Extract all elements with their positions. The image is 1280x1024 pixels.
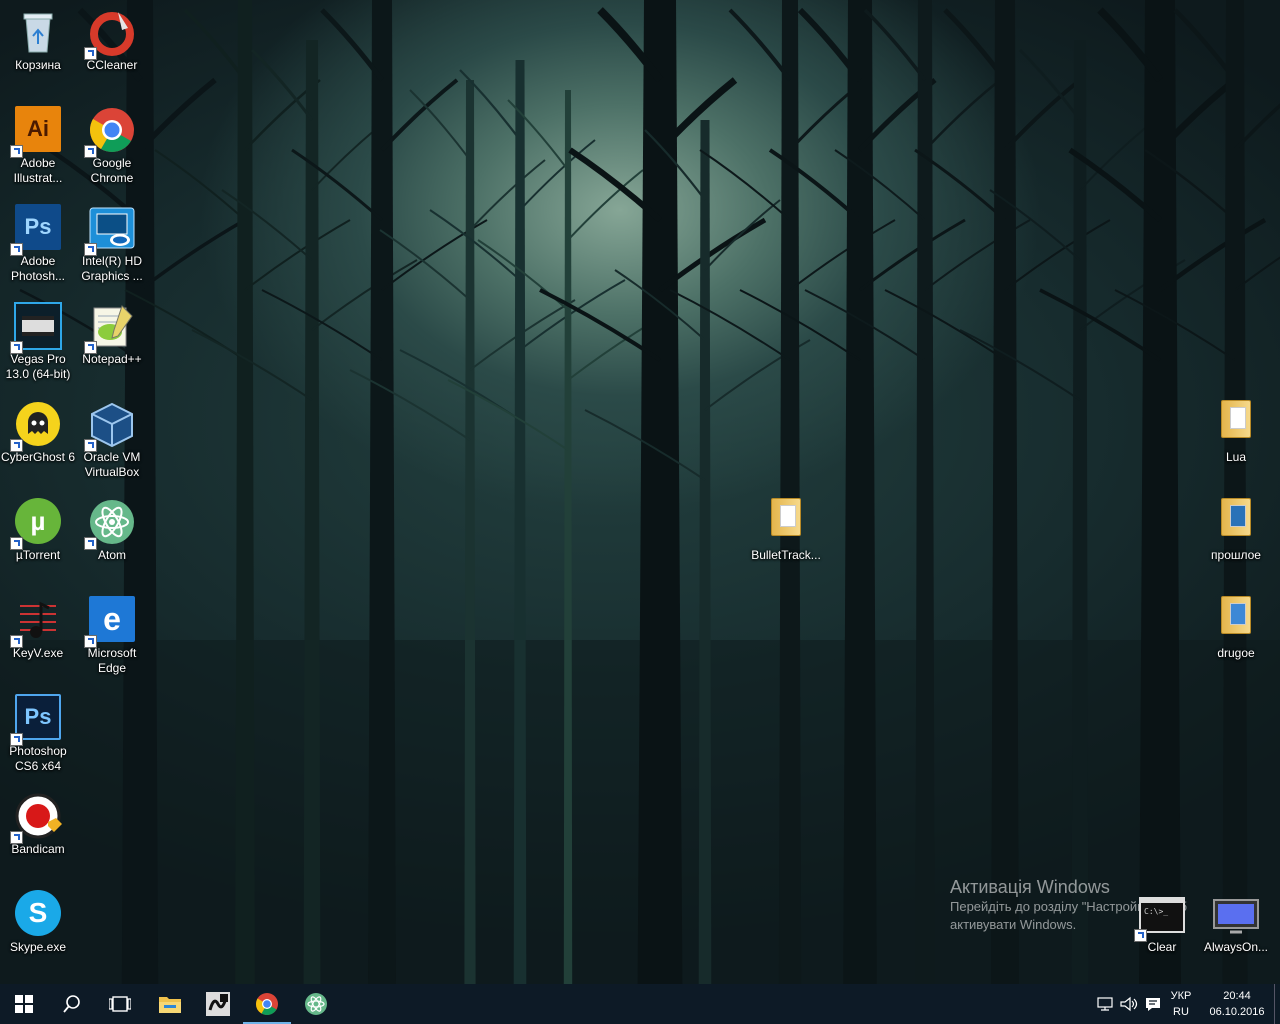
search-button[interactable] [48, 984, 96, 1024]
desktop-icon-keyv[interactable]: KeyV.exe [0, 592, 76, 661]
shortcut-arrow-icon [84, 47, 97, 60]
shortcut-arrow-icon [10, 831, 23, 844]
monitor-icon [1212, 890, 1260, 938]
desktop-icon-adobe-photoshop[interactable]: Ps Adobe Photosh... [0, 200, 76, 284]
keyv-icon [10, 596, 62, 648]
clock[interactable]: 20:44 06.10.2016 [1202, 988, 1272, 1020]
desktop-icon-proshloe-folder[interactable]: прошлое [1198, 494, 1274, 563]
taskbar-atom[interactable] [292, 984, 340, 1024]
desktop-icon-drugoe-folder[interactable]: drugoe [1198, 592, 1274, 661]
notification-icon [1146, 998, 1160, 1011]
file-explorer-icon [159, 997, 181, 1013]
desktop-icon-photoshop-cs6[interactable]: Ps Photoshop CS6 x64 [0, 690, 76, 774]
desktop-icon-lua-folder[interactable]: Lua [1198, 396, 1274, 465]
shortcut-arrow-icon [10, 733, 23, 746]
folder-icon [1212, 498, 1260, 546]
desktop-icon-virtualbox[interactable]: Oracle VM VirtualBox [74, 396, 150, 480]
virtualbox-icon [84, 400, 136, 452]
app-icon [206, 992, 230, 1016]
network-tray[interactable] [1094, 984, 1116, 1024]
taskbar-file-explorer[interactable] [146, 984, 194, 1024]
task-view-button[interactable] [96, 984, 144, 1024]
shortcut-arrow-icon [10, 145, 23, 158]
desktop-icon-alwayson[interactable]: AlwaysOn... [1198, 886, 1274, 955]
start-button[interactable] [0, 984, 48, 1024]
taskbar-google-chrome[interactable] [243, 984, 291, 1024]
desktop-icon-clear[interactable]: C:\>_ Clear [1124, 886, 1200, 955]
clock-time: 20:44 [1223, 990, 1251, 1002]
google-chrome-icon [256, 993, 278, 1015]
atom-icon [305, 993, 327, 1015]
vegas-pro-icon [10, 302, 62, 354]
ccleaner-icon [84, 8, 136, 60]
desktop-icon-microsoft-edge[interactable]: e Microsoft Edge [74, 592, 150, 676]
folder-icon [1212, 596, 1260, 644]
adobe-illustrator-icon: Ai [10, 106, 62, 158]
desktop-icon-atom[interactable]: Atom [74, 494, 150, 563]
desktop-icon-notepad-plus-plus[interactable]: Notepad++ [74, 298, 150, 367]
shortcut-arrow-icon [10, 439, 23, 452]
desktop-icon-vegas-pro[interactable]: Vegas Pro 13.0 (64-bit) [0, 298, 76, 382]
skype-icon: S [14, 890, 62, 938]
show-desktop-button[interactable] [1274, 984, 1280, 1024]
photoshop-cs6-icon: Ps [10, 694, 62, 746]
shortcut-arrow-icon [84, 537, 97, 550]
shortcut-arrow-icon [10, 635, 23, 648]
taskbar-app[interactable] [194, 984, 242, 1024]
search-icon [63, 995, 80, 1013]
svg-text:C:\>_: C:\>_ [1144, 907, 1168, 916]
folder-icon [1212, 400, 1260, 448]
shortcut-arrow-icon [10, 341, 23, 354]
volume-tray[interactable] [1118, 984, 1140, 1024]
shortcut-arrow-icon [10, 537, 23, 550]
cyberghost-icon [10, 400, 62, 452]
shortcut-arrow-icon [84, 341, 97, 354]
forest-trees [0, 0, 1280, 984]
notepad-plus-plus-icon [84, 302, 136, 354]
adobe-photoshop-icon: Ps [10, 204, 62, 256]
desktop-icon-ccleaner[interactable]: CCleaner [74, 4, 150, 73]
recycle-bin-icon [14, 8, 62, 56]
language-indicator[interactable]: УКР RU [1166, 988, 1196, 1020]
task-view-icon [109, 996, 131, 1012]
clock-date: 06.10.2016 [1209, 1006, 1265, 1018]
desktop-wallpaper [0, 0, 1280, 984]
bandicam-icon [10, 792, 62, 844]
atom-icon [84, 498, 136, 550]
shortcut-arrow-icon [84, 243, 97, 256]
folder-icon [762, 498, 810, 546]
action-center-tray[interactable] [1142, 984, 1164, 1024]
utorrent-icon: µ [10, 498, 62, 550]
network-icon [1097, 997, 1113, 1011]
start-windows-icon [15, 995, 33, 1013]
shortcut-arrow-icon [10, 243, 23, 256]
desktop-icon-recycle-bin[interactable]: Корзина [0, 4, 76, 73]
shortcut-arrow-icon [84, 635, 97, 648]
shortcut-arrow-icon [84, 439, 97, 452]
desktop-icon-bullettrack-folder[interactable]: BulletTrack... [748, 494, 824, 563]
desktop-icon-skype[interactable]: S Skype.exe [0, 886, 76, 955]
desktop-icon-utorrent[interactable]: µ µTorrent [0, 494, 76, 563]
microsoft-edge-icon: e [84, 596, 136, 648]
taskbar: УКР RU 20:44 06.10.2016 [0, 984, 1280, 1024]
shortcut-arrow-icon [84, 145, 97, 158]
cmd-window-icon: C:\>_ [1134, 890, 1186, 942]
language-region: RU [1173, 1006, 1189, 1018]
desktop-icon-intel-graphics[interactable]: Intel(R) HD Graphics ... [74, 200, 150, 284]
desktop-icon-cyberghost[interactable]: CyberGhost 6 [0, 396, 76, 465]
intel-graphics-icon [84, 204, 136, 256]
desktop-icon-adobe-illustrator[interactable]: Ai Adobe Illustrat... [0, 102, 76, 186]
google-chrome-icon [84, 106, 136, 158]
desktop-icon-bandicam[interactable]: Bandicam [0, 788, 76, 857]
shortcut-arrow-icon [1134, 929, 1147, 942]
language-layout: УКР [1170, 990, 1192, 1002]
volume-icon [1120, 996, 1138, 1012]
desktop-icon-google-chrome[interactable]: Google Chrome [74, 102, 150, 186]
